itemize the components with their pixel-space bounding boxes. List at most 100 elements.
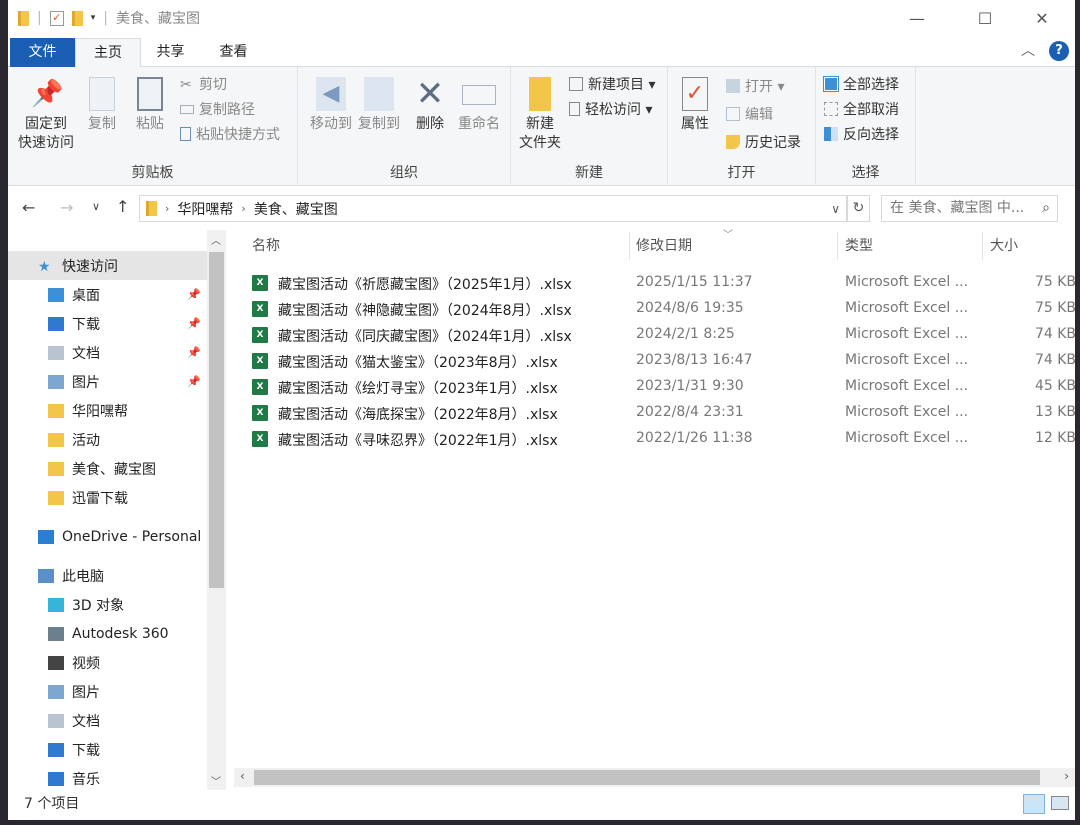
nav-item[interactable]: 图片 — [8, 677, 207, 706]
invert-selection-button[interactable]: 反向选择 — [824, 123, 899, 145]
cut-label: 剪切 — [199, 77, 227, 93]
paste-button[interactable]: 粘贴 — [128, 77, 172, 134]
item-count: 7 个项目 — [24, 796, 80, 812]
refresh-button[interactable]: ↻ — [847, 195, 870, 222]
history-label: 历史记录 — [745, 135, 801, 151]
window-title: 美食、藏宝图 — [115, 11, 200, 27]
nav-item[interactable]: 文档 📌 — [8, 338, 207, 367]
copy-to-button[interactable]: 复制到 — [354, 77, 404, 134]
delete-button[interactable]: ✕ 删除 — [410, 77, 450, 134]
paste-shortcut-button[interactable]: 粘贴快捷方式 — [180, 123, 280, 145]
move-to-button[interactable]: ◀ 移动到 — [306, 77, 356, 134]
column-header-type[interactable]: 类型 — [837, 232, 983, 260]
maximize-button[interactable]: ☐ — [960, 0, 1010, 36]
recent-locations-button[interactable]: ∨ — [92, 200, 100, 213]
help-icon[interactable]: ? — [1049, 41, 1069, 61]
nav-item-label: 3D 对象 — [72, 597, 125, 614]
copy-button[interactable]: 复制 — [80, 77, 124, 134]
forward-button[interactable]: → — [60, 198, 73, 217]
nav-item[interactable]: 文档 — [8, 706, 207, 735]
tab-view[interactable]: 查看 — [206, 38, 261, 67]
column-header-modified[interactable]: 修改日期 — [628, 232, 838, 260]
column-header-size[interactable]: 大小 — [982, 232, 1075, 260]
breadcrumb-chevron-icon[interactable]: › — [241, 202, 245, 215]
collapse-ribbon-icon[interactable]: ︿ — [1021, 40, 1035, 60]
new-item-button[interactable]: 新建项目 ▾ — [569, 73, 655, 95]
file-type: Microsoft Excel ... — [845, 300, 969, 316]
file-row[interactable]: X 藏宝图活动《绘灯寻宝》（2023年1月）.xlsx 2023/1/31 9:… — [252, 374, 1080, 400]
file-type: Microsoft Excel ... — [845, 274, 969, 290]
large-icons-view-button[interactable] — [1051, 796, 1069, 810]
nav-item[interactable]: 音乐 — [8, 764, 207, 793]
nav-item[interactable]: OneDrive - Personal — [8, 522, 207, 551]
nav-item[interactable]: 桌面 📌 — [8, 280, 207, 309]
tab-share[interactable]: 共享 — [143, 38, 198, 67]
file-row[interactable]: X 藏宝图活动《祈愿藏宝图》（2025年1月）.xlsx 2025/1/15 1… — [252, 270, 1080, 296]
select-none-button[interactable]: 全部取消 — [824, 98, 899, 120]
breadcrumb-item[interactable]: 华阳嘿帮 — [177, 199, 233, 219]
paste-label: 粘贴 — [136, 116, 164, 132]
up-button[interactable]: ↑ — [116, 197, 129, 216]
nav-scroll-thumb[interactable] — [209, 252, 224, 588]
horizontal-scrollbar[interactable]: ‹ › — [234, 768, 1075, 787]
new-folder-label-1: 新建 — [526, 116, 554, 132]
rename-button[interactable]: 重命名 — [454, 77, 504, 134]
move-to-icon: ◀ — [316, 77, 346, 111]
file-name: 藏宝图活动《猫太鉴宝》（2023年8月）.xlsx — [278, 355, 558, 371]
nav-item-label: 文档 — [72, 345, 100, 362]
easy-access-button[interactable]: 轻松访问 ▾ — [569, 98, 652, 120]
organize-group: ◀ 移动到 复制到 ✕ 删除 重命名 组织 — [298, 67, 511, 186]
breadcrumb-chevron-icon[interactable]: › — [165, 202, 169, 215]
nav-scrollbar[interactable]: ︿ ﹀ — [207, 230, 226, 790]
pin-icon[interactable]: 📌 — [187, 317, 201, 330]
nav-item[interactable]: 华阳嘿帮 — [8, 396, 207, 425]
pin-to-quick-access-button[interactable]: 📌 固定到 快速访问 — [14, 77, 78, 153]
minimize-button[interactable]: — — [892, 0, 942, 36]
select-all-button[interactable]: 全部选择 — [823, 73, 899, 95]
cut-button[interactable]: ✂ 剪切 — [180, 73, 227, 95]
address-dropdown-icon[interactable]: ∨ — [831, 202, 840, 216]
properties-button[interactable]: ✓ 属性 — [674, 77, 716, 134]
properties-quick-icon[interactable]: ✓ — [49, 10, 64, 26]
search-input[interactable]: 在 美食、藏宝图 中... ⌕ — [881, 195, 1058, 222]
file-row[interactable]: X 藏宝图活动《海底探宝》（2022年8月）.xlsx 2022/8/4 23:… — [252, 400, 1080, 426]
file-row[interactable]: X 藏宝图活动《寻味忍界》（2022年1月）.xlsx 2022/1/26 11… — [252, 426, 1080, 452]
nav-item[interactable]: 活动 — [8, 425, 207, 454]
pin-icon[interactable]: 📌 — [187, 375, 201, 388]
copy-path-button[interactable]: 复制路径 — [180, 98, 255, 120]
close-button[interactable]: ✕ — [1017, 0, 1067, 36]
file-row[interactable]: X 藏宝图活动《猫太鉴宝》（2023年8月）.xlsx 2023/8/13 16… — [252, 348, 1080, 374]
column-header-name[interactable]: 名称 — [244, 232, 630, 260]
nav-item[interactable]: 视频 — [8, 648, 207, 677]
file-row[interactable]: X 藏宝图活动《同庆藏宝图》（2024年1月）.xlsx 2024/2/1 8:… — [252, 322, 1080, 348]
nav-item[interactable]: 美食、藏宝图 — [8, 454, 207, 483]
edit-button[interactable]: 编辑 — [726, 103, 773, 125]
nav-item[interactable]: ★ 快速访问 — [8, 251, 207, 280]
file-row[interactable]: X 藏宝图活动《神隐藏宝图》（2024年8月）.xlsx 2024/8/6 19… — [252, 296, 1080, 322]
customize-toolbar-icon[interactable]: ▾ — [91, 13, 96, 23]
open-button[interactable]: 打开 ▾ — [726, 75, 784, 97]
pin-icon[interactable]: 📌 — [187, 346, 201, 359]
nav-item[interactable]: 此电脑 — [8, 561, 207, 590]
details-view-button[interactable] — [1023, 794, 1045, 814]
back-button[interactable]: ← — [22, 198, 35, 217]
address-bar[interactable]: › 华阳嘿帮 › 美食、藏宝图 ∨ — [139, 195, 847, 222]
new-folder-quick-icon[interactable] — [71, 10, 83, 26]
select-all-icon — [823, 76, 839, 92]
tab-file[interactable]: 文件 — [10, 38, 75, 67]
nav-item-label: 图片 — [72, 374, 100, 391]
nav-item[interactable]: 下载 — [8, 735, 207, 764]
pin-icon[interactable]: 📌 — [187, 288, 201, 301]
horizontal-scroll-thumb[interactable] — [254, 770, 1040, 785]
file-size: 75 KB — [1034, 300, 1076, 316]
nav-item[interactable]: 图片 📌 — [8, 367, 207, 396]
nav-item[interactable]: 迅雷下载 — [8, 483, 207, 512]
nav-item[interactable]: 下载 📌 — [8, 309, 207, 338]
nav-item[interactable]: Autodesk 360 — [8, 619, 207, 648]
history-button[interactable]: 历史记录 — [726, 131, 801, 153]
breadcrumb-item[interactable]: 美食、藏宝图 — [254, 199, 338, 219]
new-folder-button[interactable]: 新建 文件夹 — [515, 77, 565, 153]
nav-item[interactable]: 3D 对象 — [8, 590, 207, 619]
tab-home[interactable]: 主页 — [75, 38, 141, 68]
autodesk-icon — [48, 626, 64, 641]
